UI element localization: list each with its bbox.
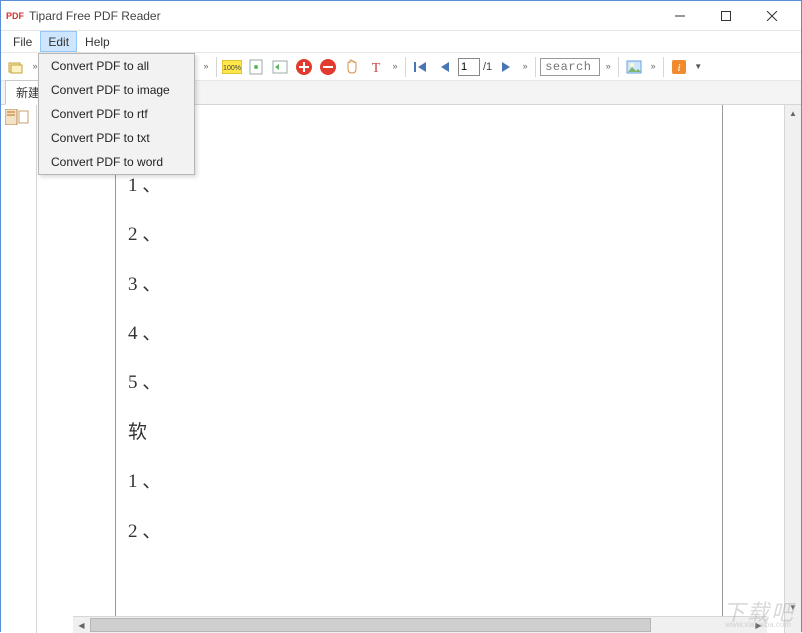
toolbar-overflow-2[interactable]: » — [200, 64, 212, 69]
horizontal-scrollbar[interactable]: ◀ ▶ — [73, 616, 767, 633]
fit-width-icon[interactable] — [269, 56, 291, 78]
sidebar — [1, 105, 37, 633]
page-number-input[interactable] — [458, 58, 480, 76]
toolbar-overflow-6[interactable]: » — [647, 64, 659, 69]
first-page-icon[interactable] — [410, 56, 432, 78]
close-button[interactable] — [749, 2, 795, 30]
zoom-out-icon[interactable] — [317, 56, 339, 78]
next-page-icon[interactable] — [495, 56, 517, 78]
maximize-button[interactable] — [703, 2, 749, 30]
svg-text:T: T — [372, 61, 381, 74]
toolbar-separator — [535, 57, 536, 77]
window-title: Tipard Free PDF Reader — [29, 9, 657, 23]
vscroll-up-icon[interactable]: ▲ — [785, 105, 801, 122]
doc-line: 4 、 — [126, 309, 712, 358]
thumbnail-panel-icon[interactable] — [5, 109, 29, 127]
menu-file[interactable]: File — [5, 31, 40, 52]
doc-line: 2 、 — [126, 507, 712, 556]
svg-text:100%: 100% — [223, 65, 241, 72]
app-icon: PDF — [7, 8, 23, 24]
minimize-button[interactable] — [657, 2, 703, 30]
hscroll-right-icon[interactable]: ▶ — [750, 621, 767, 630]
menu-convert-all[interactable]: Convert PDF to all — [39, 54, 194, 78]
window-controls — [657, 2, 795, 30]
zoom-100-icon[interactable]: 100% — [221, 56, 243, 78]
titlebar: PDF Tipard Free PDF Reader — [1, 1, 801, 31]
doc-line: 5 、 — [126, 358, 712, 407]
toolbar-separator — [405, 57, 406, 77]
hand-tool-icon[interactable] — [341, 56, 363, 78]
text-select-icon[interactable]: T — [365, 56, 387, 78]
toolbar-overflow-3[interactable]: » — [389, 64, 401, 69]
info-icon[interactable]: i — [668, 56, 690, 78]
page-total: /1 — [482, 61, 493, 73]
doc-line: 1 、 — [126, 161, 712, 210]
info-dropdown-arrow[interactable]: ▼ — [692, 62, 704, 71]
toolbar-overflow-4[interactable]: » — [519, 64, 531, 69]
menu-convert-txt[interactable]: Convert PDF to txt — [39, 126, 194, 150]
vertical-scrollbar[interactable]: ▲ ▼ — [784, 105, 801, 633]
menu-help[interactable]: Help — [77, 31, 118, 52]
doc-line: 软 — [126, 408, 712, 457]
document-viewport[interactable]: ww.pc0359.cn 软 1 、 2 、 3 、 4 、 5 、 软 1 、… — [37, 105, 784, 633]
toolbar-overflow-5[interactable]: » — [602, 64, 614, 69]
doc-line: 1 、 — [126, 457, 712, 506]
prev-page-icon[interactable] — [434, 56, 456, 78]
menu-convert-word[interactable]: Convert PDF to word — [39, 150, 194, 174]
doc-line: 3 、 — [126, 260, 712, 309]
zoom-in-icon[interactable] — [293, 56, 315, 78]
workspace: ww.pc0359.cn 软 1 、 2 、 3 、 4 、 5 、 软 1 、… — [1, 105, 801, 633]
menu-convert-image[interactable]: Convert PDF to image — [39, 78, 194, 102]
snapshot-icon[interactable] — [623, 56, 645, 78]
doc-line: 软 — [126, 111, 712, 160]
hscroll-thumb[interactable] — [90, 618, 651, 632]
toolbar-separator — [618, 57, 619, 77]
toolbar-separator — [663, 57, 664, 77]
svg-text:i: i — [678, 62, 681, 74]
search-input[interactable] — [540, 58, 600, 76]
toolbar-separator — [216, 57, 217, 77]
hscroll-left-icon[interactable]: ◀ — [73, 621, 90, 630]
menubar: File Edit Help — [1, 31, 801, 53]
edit-menu-dropdown: Convert PDF to all Convert PDF to image … — [38, 53, 195, 175]
vscroll-down-icon[interactable]: ▼ — [785, 599, 801, 616]
fit-page-icon[interactable] — [245, 56, 267, 78]
document-page: ww.pc0359.cn 软 1 、 2 、 3 、 4 、 5 、 软 1 、… — [115, 105, 723, 633]
doc-line: 2 、 — [126, 210, 712, 259]
menu-edit[interactable]: Edit — [40, 31, 77, 52]
open-icon[interactable] — [5, 56, 27, 78]
hscroll-track[interactable] — [90, 617, 750, 633]
menu-convert-rtf[interactable]: Convert PDF to rtf — [39, 102, 194, 126]
